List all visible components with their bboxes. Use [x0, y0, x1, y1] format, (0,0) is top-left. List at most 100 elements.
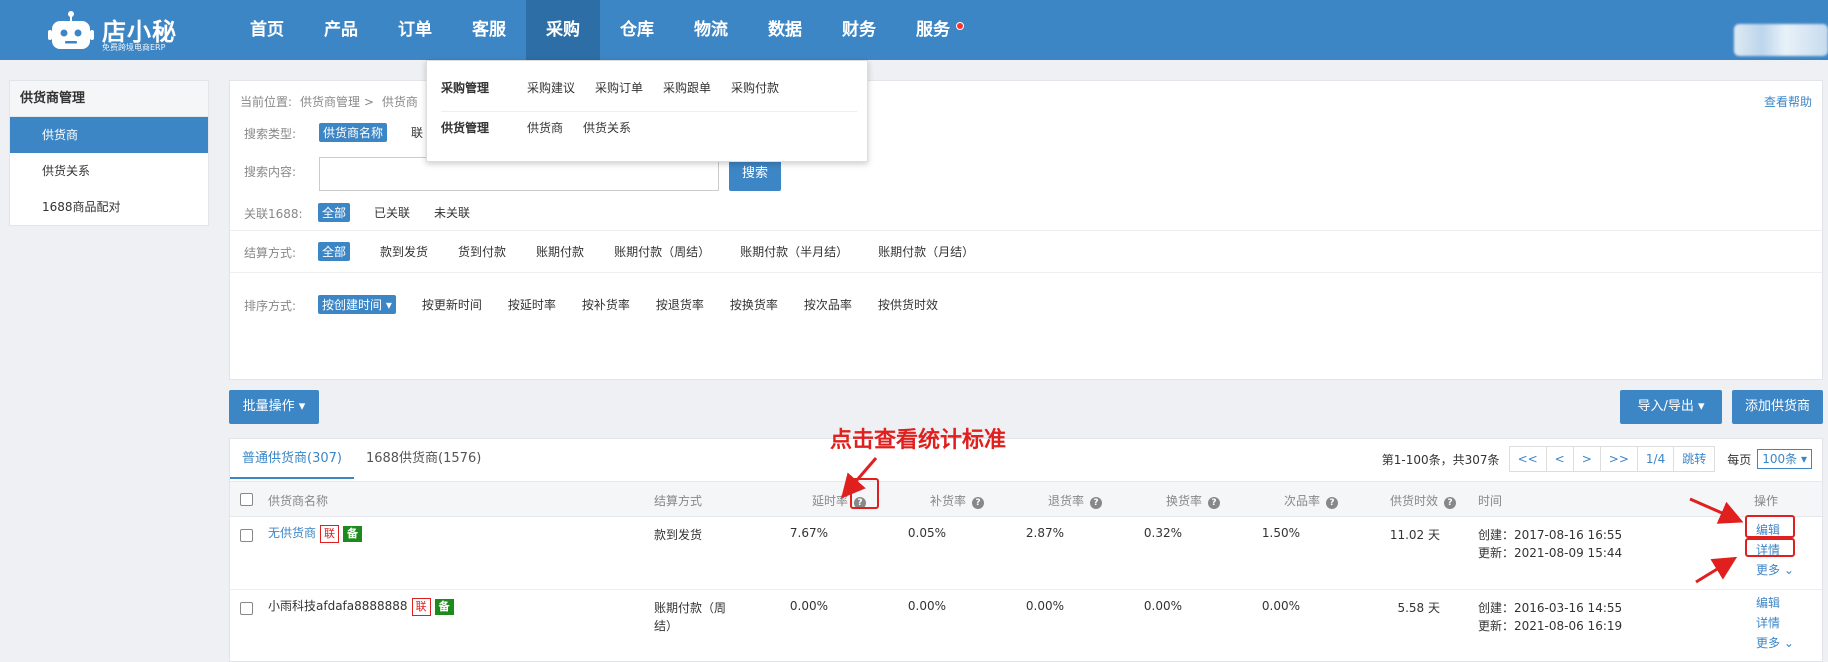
- sidebar-item-suppliers[interactable]: 供货商: [10, 117, 208, 153]
- nav-data[interactable]: 数据: [748, 0, 822, 60]
- menu-item-purchase-orders[interactable]: 采购订单: [595, 79, 643, 96]
- sort-return-rate[interactable]: 按退货率: [656, 296, 704, 313]
- header-supplier-name: 供货商名称: [268, 494, 329, 508]
- breadcrumb-label: 当前位置:: [240, 95, 293, 109]
- sort-created-time[interactable]: 按创建时间 ▾: [318, 295, 396, 314]
- pager-last[interactable]: >>: [1599, 446, 1638, 472]
- user-account-blurred[interactable]: [1734, 24, 1828, 56]
- main-nav: 首页 产品 订单 客服 采购 仓库 物流 数据 财务 服务: [230, 0, 970, 60]
- search-type-supplier-name[interactable]: 供货商名称: [319, 123, 388, 142]
- header-restock-rate[interactable]: 补货率?: [930, 492, 985, 509]
- sort-delay-rate[interactable]: 按延时率: [508, 296, 556, 313]
- import-export-button[interactable]: 导入/导出 ▾: [1620, 390, 1722, 424]
- tab-normal-suppliers[interactable]: 普通供货商(307): [230, 439, 354, 479]
- detail-link[interactable]: 详情: [1756, 613, 1794, 633]
- nav-warehouse[interactable]: 仓库: [600, 0, 674, 60]
- settlement-prepaid[interactable]: 款到发货: [380, 243, 428, 260]
- settlement-all[interactable]: 全部: [318, 242, 351, 261]
- select-all-checkbox[interactable]: [240, 493, 253, 506]
- question-icon[interactable]: ?: [1444, 497, 1457, 509]
- menu-item-suppliers[interactable]: 供货商: [527, 119, 563, 136]
- search-type-contact[interactable]: 联: [411, 124, 423, 141]
- settlement-credit-monthly[interactable]: 账期付款（月结）: [878, 243, 974, 260]
- nav-products[interactable]: 产品: [304, 0, 378, 60]
- question-icon[interactable]: ?: [972, 497, 985, 509]
- header-defect-rate-label: 次品率: [1284, 494, 1321, 508]
- sidebar-item-1688-matching[interactable]: 1688商品配对: [10, 189, 208, 225]
- batch-operations-button[interactable]: 批量操作 ▾: [229, 390, 319, 424]
- sidebar-item-supply-relations[interactable]: 供货关系: [10, 153, 208, 189]
- nav-customer-service[interactable]: 客服: [452, 0, 526, 60]
- per-page-label: 每页: [1727, 452, 1752, 467]
- search-input[interactable]: [319, 157, 719, 191]
- relation-all[interactable]: 全部: [318, 203, 351, 222]
- row-checkbox[interactable]: [240, 602, 253, 615]
- row-operations: 编辑 详情 更多 ⌄: [1756, 593, 1794, 653]
- settlement-label: 结算方式:: [244, 246, 297, 260]
- question-icon[interactable]: ?: [1326, 497, 1339, 509]
- defect-rate-cell: 1.50%: [1261, 526, 1300, 540]
- exchange-rate-cell: 0.32%: [1143, 526, 1182, 540]
- nav-purchasing[interactable]: 采购: [526, 0, 600, 60]
- nav-orders[interactable]: 订单: [378, 0, 452, 60]
- sort-lead-time[interactable]: 按供货时效: [878, 296, 938, 313]
- nav-services[interactable]: 服务: [896, 0, 970, 60]
- menu-item-purchase-payment[interactable]: 采购付款: [731, 79, 779, 96]
- settlement-text: 账期付款（周: [654, 601, 727, 615]
- nav-services-label: 服务: [916, 20, 950, 40]
- header-exchange-rate[interactable]: 换货率?: [1166, 492, 1221, 509]
- sort-restock-rate[interactable]: 按补货率: [582, 296, 630, 313]
- sort-updated-time[interactable]: 按更新时间: [422, 296, 482, 313]
- more-link[interactable]: 更多 ⌄: [1756, 560, 1794, 580]
- row-checkbox[interactable]: [240, 529, 253, 542]
- settlement-cod[interactable]: 货到付款: [458, 243, 506, 260]
- help-link[interactable]: 查看帮助: [1764, 93, 1812, 110]
- header-delay-rate-label: 延时率: [812, 494, 849, 508]
- logo-subtitle: 免费跨境电商ERP: [102, 43, 166, 52]
- settlement-credit-weekly[interactable]: 账期付款（周结）: [614, 243, 710, 260]
- app-logo[interactable]: 店小秘 免费跨境电商ERP: [48, 8, 228, 54]
- edit-link[interactable]: 编辑: [1756, 593, 1794, 613]
- menu-item-purchase-tracking[interactable]: 采购跟单: [663, 79, 711, 96]
- menu-item-supply-relations[interactable]: 供货关系: [583, 119, 631, 136]
- pager-first[interactable]: <<: [1508, 446, 1547, 472]
- notification-dot: [956, 22, 964, 30]
- header-lead-time[interactable]: 供货时效?: [1390, 492, 1457, 509]
- search-button[interactable]: 搜索: [729, 157, 781, 191]
- pagination: 第1-100条，共307条 << < > >> 1/4 跳转 每页 100条 ▾: [1382, 446, 1812, 472]
- relation-options: 全部 已关联 未关联: [318, 203, 470, 222]
- tab-1688-suppliers[interactable]: 1688供货商(1576): [354, 439, 493, 479]
- more-link[interactable]: 更多 ⌄: [1756, 633, 1794, 653]
- breadcrumb-level1[interactable]: 供货商管理 >: [300, 93, 374, 110]
- settlement-credit[interactable]: 账期付款: [536, 243, 584, 260]
- question-icon[interactable]: ?: [1208, 497, 1221, 509]
- linked-badge: 联: [411, 598, 431, 616]
- sort-defect-rate[interactable]: 按次品率: [804, 296, 852, 313]
- supplier-tabs: 普通供货商(307) 1688供货商(1576): [230, 439, 493, 479]
- sort-exchange-rate[interactable]: 按换货率: [730, 296, 778, 313]
- settlement-cell: 款到发货: [654, 526, 702, 544]
- pager-next[interactable]: >: [1572, 446, 1601, 472]
- relation-linked[interactable]: 已关联: [374, 204, 410, 221]
- header-defect-rate[interactable]: 次品率?: [1284, 492, 1339, 509]
- nav-finance[interactable]: 财务: [822, 0, 896, 60]
- nav-logistics[interactable]: 物流: [674, 0, 748, 60]
- menu-item-purchase-suggestion[interactable]: 采购建议: [527, 79, 575, 96]
- header-exchange-rate-label: 换货率: [1166, 494, 1203, 508]
- settlement-credit-halfmonth[interactable]: 账期付款（半月结）: [740, 243, 848, 260]
- time-cell: 创建：2016-03-16 14:55 更新：2021-08-06 16:19: [1478, 599, 1622, 635]
- question-icon[interactable]: ?: [1090, 497, 1103, 509]
- supplier-name-cell: 小雨科技afdafa8888888 联备: [268, 597, 454, 616]
- nav-home[interactable]: 首页: [230, 0, 304, 60]
- per-page-select[interactable]: 100条 ▾: [1757, 449, 1812, 469]
- pager-jump[interactable]: 跳转: [1673, 446, 1716, 472]
- breadcrumb: 当前位置: 供货商管理 > 供货商: [240, 93, 418, 110]
- add-supplier-button[interactable]: 添加供货商: [1732, 390, 1823, 424]
- relation-unlinked[interactable]: 未关联: [434, 204, 470, 221]
- supplier-table: 普通供货商(307) 1688供货商(1576) 第1-100条，共307条 <…: [229, 438, 1823, 662]
- pager-prev[interactable]: <: [1545, 446, 1574, 472]
- supplier-name-text[interactable]: 小雨科技afdafa8888888: [268, 599, 408, 613]
- pager-page-indicator[interactable]: 1/4: [1636, 446, 1675, 472]
- header-return-rate[interactable]: 退货率?: [1048, 492, 1103, 509]
- supplier-name-link[interactable]: 无供货商: [268, 526, 316, 540]
